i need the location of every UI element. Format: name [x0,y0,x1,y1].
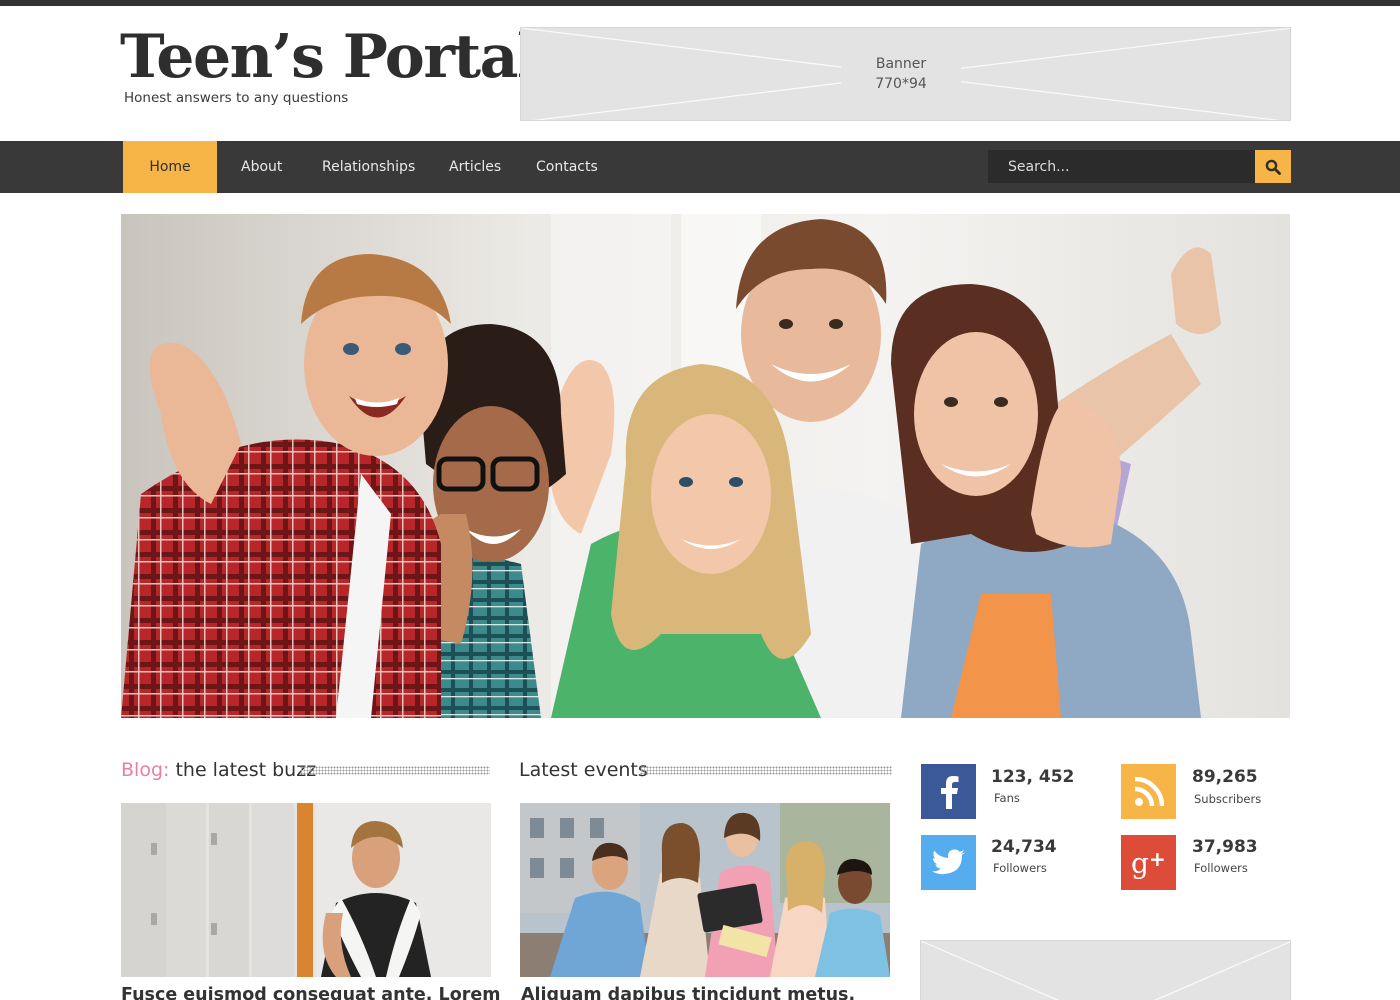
google-plus-icon: g + [1131,847,1166,880]
sidebar-ad-placeholder[interactable] [920,940,1291,1000]
rss-count: 89,265 [1192,767,1258,787]
rss-label: Subscribers [1194,792,1262,806]
hero-photo-teens [121,214,1290,718]
nav-item-contacts[interactable]: Contacts [536,141,598,193]
facebook-button[interactable] [921,764,976,819]
search-icon [1265,159,1281,175]
blog-title-divider [300,766,490,775]
blog-photo-locker-room [121,803,491,977]
rss-icon [1134,776,1164,806]
twitter-button[interactable] [921,835,976,890]
event-post-title[interactable]: Aliquam dapibus tincidunt metus. [521,985,855,1000]
blog-section-title: Blog: the latest buzz [121,758,316,782]
blog-title-accent: Blog: [121,759,170,781]
events-section-title: Latest events [519,759,648,781]
nav-item-relationships[interactable]: Relationships [322,141,415,193]
facebook-label: Fans [994,791,1020,805]
nav-item-articles[interactable]: Articles [449,141,501,193]
twitter-icon [931,849,965,874]
blog-post-title[interactable]: Fusce euismod consequat ante. Lorem [121,985,500,1000]
svg-text:+: + [1149,847,1166,871]
banner-label: Banner 770*94 [841,52,961,96]
site-tagline: Honest answers to any questions [124,90,349,106]
search-input[interactable] [988,150,1256,183]
twitter-label: Followers [993,861,1047,875]
facebook-icon [940,775,958,809]
google-plus-count: 37,983 [1192,837,1258,857]
facebook-count: 123, 452 [991,767,1075,787]
top-bar [0,0,1400,6]
nav-item-home[interactable]: Home [123,141,217,193]
google-plus-button[interactable]: g + [1121,835,1176,890]
event-photo-students [520,803,890,977]
google-plus-label: Followers [1194,861,1248,875]
events-title-divider [640,766,892,775]
nav-item-about[interactable]: About [241,141,282,193]
hero-image [121,214,1290,718]
twitter-count: 24,734 [991,837,1057,857]
blog-title-rest: the latest buzz [169,759,317,781]
ad-placeholder-lines [921,941,1290,1000]
banner-placeholder[interactable]: Banner 770*94 [520,27,1291,121]
svg-text:g: g [1131,847,1149,880]
event-post-image[interactable] [520,803,890,977]
blog-post-image[interactable] [121,803,491,977]
banner-label-line2: 770*94 [875,76,927,92]
search-button[interactable] [1255,150,1291,183]
banner-label-line1: Banner [875,56,927,72]
rss-button[interactable] [1121,764,1176,819]
site-logo[interactable]: Teen’s Portal [120,24,540,90]
